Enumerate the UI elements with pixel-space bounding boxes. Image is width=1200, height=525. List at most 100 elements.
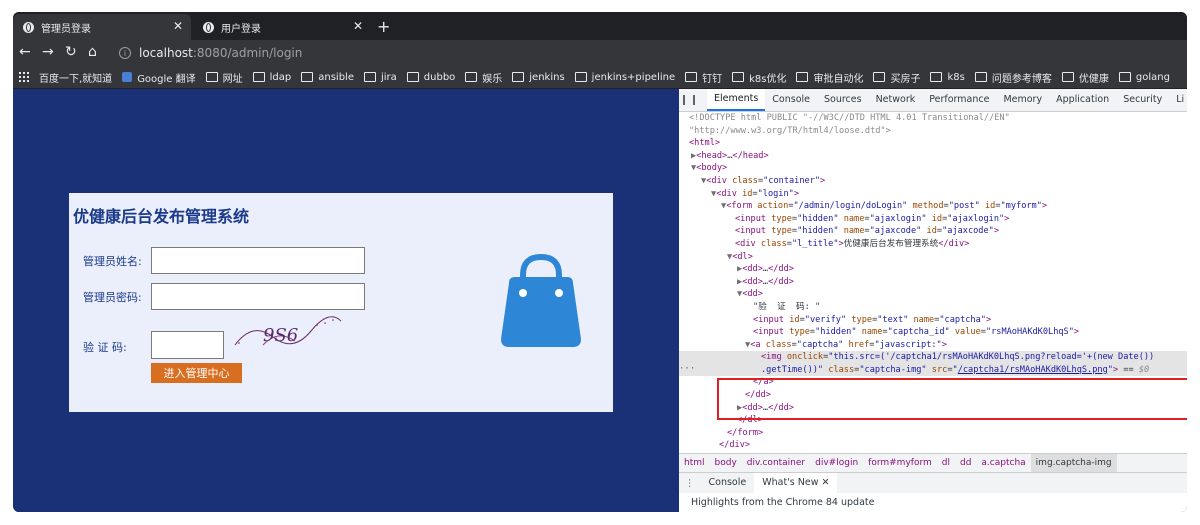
dom-node[interactable]: </form>	[679, 427, 1187, 440]
bookmark-label: 买房子	[890, 73, 921, 85]
bookmark-folder[interactable]: golang	[1118, 72, 1170, 83]
close-icon[interactable]: ✕	[822, 477, 830, 488]
new-tab-icon[interactable]: +	[377, 17, 390, 36]
captcha-image[interactable]: 9S6	[233, 315, 343, 351]
apps-icon[interactable]	[19, 72, 29, 82]
address-bar[interactable]: i localhost :8080/admin/login	[111, 42, 1181, 64]
breadcrumb-item[interactable]: div#login	[810, 454, 863, 472]
tab-elements[interactable]: Elements	[707, 89, 766, 111]
google-translate-icon	[122, 72, 133, 82]
dom-node-selected[interactable]: <img onclick="this.src=('/captcha1/rsMAo…	[679, 351, 1187, 364]
dom-node-selected[interactable]: .getTime())" class="captcha-img" src="/c…	[679, 363, 1187, 377]
dom-node[interactable]: <div class="l_title">优健康后台发布管理系统</div>	[679, 238, 1187, 251]
forward-arrow-icon[interactable]: →	[42, 43, 54, 61]
folder-icon	[873, 72, 886, 82]
bookmark-folder[interactable]: 优健康	[1061, 70, 1109, 85]
bookmark-folder[interactable]: 钉钉	[685, 70, 722, 85]
url-host: localhost	[139, 46, 193, 60]
home-icon[interactable]: ⌂	[88, 43, 97, 61]
dom-node[interactable]: ▼<div class="container">	[679, 175, 1187, 188]
dom-node[interactable]: </div>	[679, 439, 1187, 452]
dom-node[interactable]: ▼<dd>	[679, 288, 1187, 301]
bookmark-folder[interactable]: dubbo	[406, 72, 455, 83]
reload-icon[interactable]: ↻	[65, 43, 77, 61]
dom-node[interactable]: <input type="hidden" name="ajaxlogin" id…	[679, 213, 1187, 226]
bookmark-folder[interactable]: 娱乐	[465, 70, 502, 85]
folder-icon	[1118, 72, 1131, 82]
breadcrumb-item[interactable]: form#myform	[863, 454, 937, 472]
bookmark-folder[interactable]: 审批自动化	[796, 70, 863, 85]
drawer-tabs: ⋮ Console What's New ✕	[679, 472, 1187, 493]
tab-lighthouse[interactable]: Li	[1169, 89, 1187, 111]
tab-admin-login[interactable]: 管理员登录 ✕	[13, 14, 191, 40]
bookmark-label: 娱乐	[482, 73, 503, 85]
close-icon[interactable]: ✕	[353, 20, 363, 32]
tab-console[interactable]: Console	[765, 89, 817, 111]
breadcrumb-item[interactable]: dd	[955, 454, 976, 472]
dom-node[interactable]: ▶<dd>…</dd>	[679, 276, 1187, 289]
bookmark-folder[interactable]: k8s	[930, 71, 965, 83]
breadcrumb-item[interactable]: div.container	[742, 454, 810, 472]
bookmark-label: k8s优化	[749, 73, 787, 85]
dom-node[interactable]: <input type="hidden" name="ajaxcode" id=…	[679, 225, 1187, 238]
password-input[interactable]	[151, 283, 365, 310]
drawer-tab-whats-new[interactable]: What's New ✕	[754, 473, 838, 493]
username-input[interactable]	[151, 247, 365, 274]
bookmark-folder[interactable]: k8s优化	[732, 70, 786, 85]
tab-sources[interactable]: Sources	[817, 89, 869, 111]
devtools-tabs: Elements Console Sources Network Perform…	[679, 89, 1187, 112]
dom-node[interactable]: "验 证 码: "	[679, 301, 1187, 314]
bookmark-folder[interactable]: 买房子	[873, 70, 920, 85]
bookmark-folder[interactable]: jenkins+pipeline	[574, 72, 675, 83]
bookmark-folder[interactable]: 问题参考博客	[974, 70, 1052, 85]
captcha-input[interactable]	[151, 331, 224, 359]
bookmark-label: 网址	[222, 73, 243, 85]
tab-application[interactable]: Application	[1049, 89, 1116, 111]
tab-title: 用户登录	[221, 23, 261, 35]
dom-node[interactable]: <!DOCTYPE html PUBLIC "-//W3C//DTD HTML …	[679, 112, 1187, 125]
folder-icon	[252, 72, 265, 82]
tab-user-login[interactable]: 用户登录 ✕	[193, 14, 371, 40]
bookmark-label: k8s	[947, 71, 965, 83]
inspect-icon[interactable]	[683, 95, 685, 105]
tab-memory[interactable]: Memory	[996, 89, 1049, 111]
dom-node[interactable]: <input type="hidden" name="captcha_id" v…	[679, 326, 1187, 339]
tab-performance[interactable]: Performance	[922, 89, 996, 111]
breadcrumb-item-current[interactable]: img.captcha-img	[1030, 454, 1117, 472]
bookmark-folder[interactable]: jira	[363, 72, 397, 83]
dom-tree[interactable]: <!DOCTYPE html PUBLIC "-//W3C//DTD HTML …	[679, 112, 1187, 452]
folder-icon	[512, 72, 525, 82]
bookmark-item[interactable]: 百度一下,就知道	[39, 70, 112, 85]
back-arrow-icon[interactable]: ←	[19, 43, 31, 61]
dom-node[interactable]: <input id="verify" type="text" name="cap…	[679, 314, 1187, 327]
bookmark-folder[interactable]: jenkins	[512, 72, 565, 83]
dom-node[interactable]: ▶<head>…</head>	[679, 150, 1187, 163]
drawer-tab-console[interactable]: Console	[701, 473, 755, 493]
ellipsis-icon[interactable]: ···	[679, 363, 695, 376]
bookmark-folder[interactable]: ansible	[301, 72, 354, 83]
dom-node[interactable]: ▼<div id="login">	[679, 188, 1187, 201]
breadcrumb-item[interactable]: a.captcha	[976, 454, 1030, 472]
submit-button[interactable]: 进入管理中心	[151, 363, 242, 383]
bookmark-folder[interactable]: 网址	[205, 70, 243, 85]
bookmark-folder[interactable]: ldap	[252, 72, 291, 83]
dom-node[interactable]: ▼<dl>	[679, 251, 1187, 264]
close-icon[interactable]: ✕	[173, 20, 183, 32]
bookmark-item[interactable]: Google 翻译	[122, 70, 196, 85]
dom-node[interactable]: <html>	[679, 137, 1187, 150]
device-toggle-icon[interactable]	[693, 95, 695, 105]
breadcrumb-item[interactable]: dl	[937, 454, 955, 472]
bookmark-label: 问题参考博客	[991, 73, 1052, 85]
page-viewport: 优健康后台发布管理系统 管理员姓名: 管理员密码: 验 证 码: 9S6 进入管…	[13, 89, 679, 512]
dom-node[interactable]: ▼<a class="captcha" href="javascript:">	[679, 339, 1187, 352]
dom-node[interactable]: ▶<dd>…</dd>	[679, 263, 1187, 276]
tab-network[interactable]: Network	[869, 89, 923, 111]
dom-node[interactable]: "http://www.w3.org/TR/html4/loose.dtd">	[679, 125, 1187, 138]
breadcrumb-item[interactable]: body	[710, 454, 742, 472]
breadcrumb-item[interactable]: html	[679, 454, 710, 472]
kebab-menu-icon[interactable]: ⋮	[679, 478, 701, 489]
dom-node[interactable]: ▼<form action="/admin/login/doLogin" met…	[679, 200, 1187, 213]
dom-node[interactable]: ▼<body>	[679, 162, 1187, 175]
tab-security[interactable]: Security	[1116, 89, 1169, 111]
info-icon[interactable]: i	[119, 47, 131, 59]
